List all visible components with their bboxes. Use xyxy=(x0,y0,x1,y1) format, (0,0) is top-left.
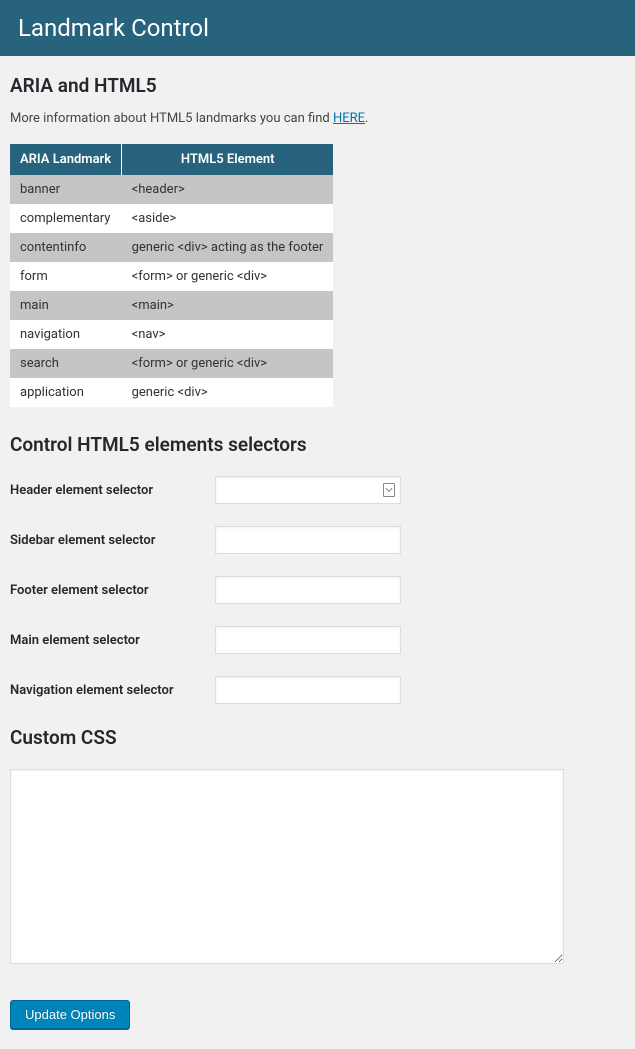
form-row-main: Main element selector xyxy=(10,626,625,654)
page-content: ARIA and HTML5 More information about HT… xyxy=(0,56,635,1049)
cell-html5: generic <div> xyxy=(122,378,334,407)
cell-aria: navigation xyxy=(10,320,122,349)
table-row: navigation <nav> xyxy=(10,320,333,349)
table-row: main <main> xyxy=(10,291,333,320)
table-header-html5: HTML5 Element xyxy=(122,144,334,175)
table-row: banner <header> xyxy=(10,175,333,204)
cell-html5: <form> or generic <div> xyxy=(122,262,334,291)
cell-aria: search xyxy=(10,349,122,378)
table-row: contentinfo generic <div> acting as the … xyxy=(10,233,333,262)
table-row: complementary <aside> xyxy=(10,204,333,233)
footer-selector-input[interactable] xyxy=(215,576,401,604)
footer-selector-label: Footer element selector xyxy=(10,583,215,598)
table-row: application generic <div> xyxy=(10,378,333,407)
navigation-selector-input[interactable] xyxy=(215,676,401,704)
main-selector-input[interactable] xyxy=(215,626,401,654)
form-row-footer: Footer element selector xyxy=(10,576,625,604)
cell-aria: banner xyxy=(10,175,122,204)
cell-html5: <form> or generic <div> xyxy=(122,349,334,378)
selectors-form: Header element selector Sidebar element … xyxy=(10,476,625,704)
info-link[interactable]: HERE xyxy=(333,111,365,126)
cell-html5: <aside> xyxy=(122,204,334,233)
table-row: form <form> or generic <div> xyxy=(10,262,333,291)
cell-aria: complementary xyxy=(10,204,122,233)
info-suffix: . xyxy=(365,111,368,126)
table-header-aria: ARIA Landmark xyxy=(10,144,122,175)
cell-aria: main xyxy=(10,291,122,320)
page-title: Landmark Control xyxy=(18,14,209,42)
navigation-selector-label: Navigation element selector xyxy=(10,683,215,698)
landmark-table: ARIA Landmark HTML5 Element banner <head… xyxy=(10,144,333,407)
cell-aria: application xyxy=(10,378,122,407)
cell-html5: <nav> xyxy=(122,320,334,349)
form-row-navigation: Navigation element selector xyxy=(10,676,625,704)
custom-css-textarea[interactable] xyxy=(10,769,564,964)
table-row: search <form> or generic <div> xyxy=(10,349,333,378)
form-row-sidebar: Sidebar element selector xyxy=(10,526,625,554)
section-aria-title: ARIA and HTML5 xyxy=(10,74,625,97)
cell-html5: <main> xyxy=(122,291,334,320)
section-css-title: Custom CSS xyxy=(10,726,625,749)
sidebar-selector-label: Sidebar element selector xyxy=(10,533,215,548)
info-text: More information about HTML5 landmarks y… xyxy=(10,111,625,126)
cell-html5: <header> xyxy=(122,175,334,204)
section-selectors-title: Control HTML5 elements selectors xyxy=(10,433,625,456)
info-prefix: More information about HTML5 landmarks y… xyxy=(10,111,333,126)
main-selector-label: Main element selector xyxy=(10,633,215,648)
cell-aria: form xyxy=(10,262,122,291)
header-selector-label: Header element selector xyxy=(10,483,215,498)
header-selector-input[interactable] xyxy=(215,476,401,504)
cell-html5: generic <div> acting as the footer xyxy=(122,233,334,262)
form-row-header: Header element selector xyxy=(10,476,625,504)
page-header: Landmark Control xyxy=(0,0,635,56)
sidebar-selector-input[interactable] xyxy=(215,526,401,554)
update-options-button[interactable]: Update Options xyxy=(10,1000,130,1029)
cell-aria: contentinfo xyxy=(10,233,122,262)
